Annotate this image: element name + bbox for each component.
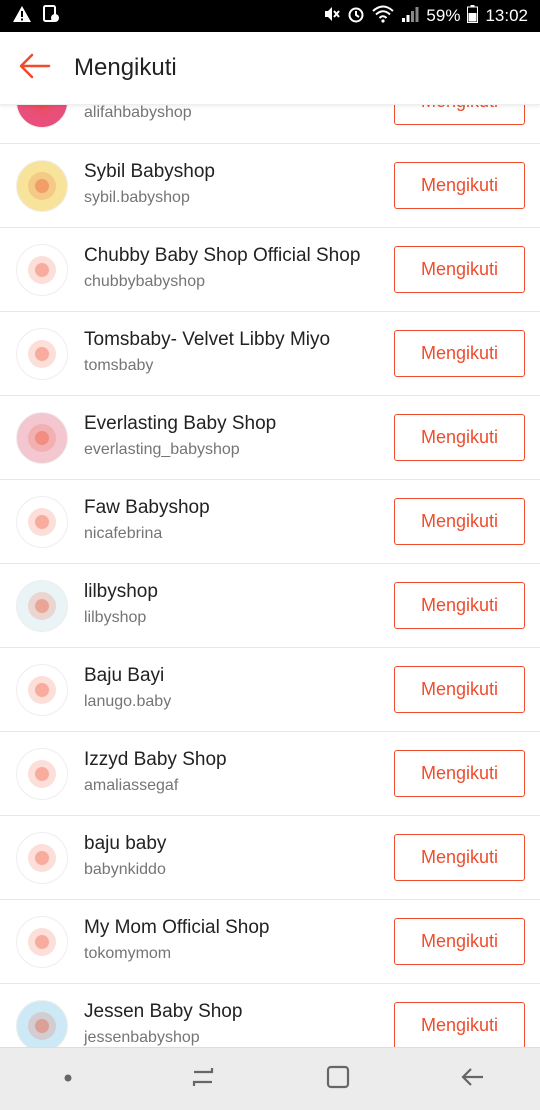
shop-row[interactable]: Sybil Babyshop sybil.babyshop Mengikuti [0, 144, 540, 228]
shop-info[interactable]: Chubby Baby Shop Official Shop chubbybaby… [84, 245, 380, 291]
recents-button[interactable] [173, 1054, 233, 1104]
following-button[interactable]: Mengikuti [394, 414, 525, 461]
shop-username: sybil.babyshop [84, 189, 190, 206]
clock: 13:02 [485, 6, 528, 25]
shop-username: lanugo.baby [84, 693, 172, 710]
shop-username: lilbyshop [84, 609, 147, 626]
following-button[interactable]: Mengikuti [394, 582, 525, 629]
status-bar: 59% 13:02 [0, 0, 540, 32]
shop-info[interactable]: Everlasting Baby Shop everlasting_babysho… [84, 413, 380, 459]
page-title: Mengikuti [74, 54, 177, 81]
shop-row[interactable]: baju baby babynkiddo Mengikuti [0, 816, 540, 900]
shop-row[interactable]: Tomsbaby- Velvet Libby Miyo tomsbaby Mengi… [0, 312, 540, 396]
following-button[interactable]: Mengikuti [394, 1002, 525, 1047]
arrow-left-icon [19, 53, 51, 84]
shop-info[interactable]: Sybil Babyshop sybil.babyshop [84, 161, 380, 207]
shop-row[interactable]: Jessen Baby Shop jessenbabyshop Mengikuti [0, 984, 540, 1047]
shop-name: Tomsbaby- Velvet Libby Miyo [84, 329, 331, 350]
shop-username: tomsbaby [84, 357, 154, 374]
shop-row[interactable]: Faw Babyshop nicafebrina Mengikuti [0, 480, 540, 564]
following-button[interactable]: Mengikuti [394, 750, 525, 797]
shop-username: jessenbabyshop [84, 1029, 200, 1046]
shop-name: Everlasting Baby Shop [84, 413, 277, 434]
shop-username: everlasting_babyshop [84, 441, 240, 458]
shop-avatar[interactable] [16, 105, 68, 128]
shop-name: My Mom Official Shop [84, 917, 270, 938]
shop-avatar[interactable] [16, 832, 68, 884]
shop-username: alifahbabyshop [84, 105, 192, 121]
shop-name: Baju Bayi [84, 665, 165, 686]
app-bar: Mengikuti [0, 32, 540, 105]
shop-username: chubbybabyshop [84, 273, 205, 290]
shop-row[interactable]: Baju Bayi lanugo.baby Mengikuti [0, 648, 540, 732]
home-icon [325, 1064, 351, 1095]
shop-avatar[interactable] [16, 664, 68, 716]
shop-avatar[interactable] [16, 244, 68, 296]
shop-row[interactable]: Chubby Baby Shop Official Shop chubbybaby… [0, 228, 540, 312]
shop-username: nicafebrina [84, 525, 163, 542]
wifi-icon [372, 5, 395, 28]
shop-username: babynkiddo [84, 861, 166, 878]
shop-info[interactable]: My Mom Official Shop tokomymom [84, 917, 380, 963]
nav-dot-button[interactable] [38, 1054, 98, 1104]
shop-avatar[interactable] [16, 916, 68, 968]
shop-info[interactable]: baju baby babynkiddo [84, 833, 380, 879]
shop-info[interactable]: Tomsbaby- Velvet Libby Miyo tomsbaby [84, 329, 380, 375]
system-nav-bar [0, 1047, 540, 1110]
shop-avatar[interactable] [16, 580, 68, 632]
shop-avatar[interactable] [16, 160, 68, 212]
shop-avatar[interactable] [16, 1000, 68, 1047]
shop-name: baju baby [84, 833, 167, 854]
shop-name: Izzyd Baby Shop [84, 749, 227, 770]
following-button[interactable]: Mengikuti [394, 498, 525, 545]
following-button[interactable]: Mengikuti [394, 105, 525, 125]
following-button[interactable]: Mengikuti [394, 330, 525, 377]
home-button[interactable] [308, 1054, 368, 1104]
shop-avatar[interactable] [16, 412, 68, 464]
screenshot-icon [42, 4, 60, 28]
shop-row[interactable]: alifahbabyshop Mengikuti [0, 105, 540, 144]
shop-name: Sybil Babyshop [84, 161, 215, 182]
battery-icon [467, 4, 479, 28]
following-list[interactable]: alifahbabyshop Mengikuti Sybil Babyshop syb… [0, 105, 540, 1047]
shop-info[interactable]: Izzyd Baby Shop amaliassegaf [84, 749, 380, 795]
shop-name: Faw Babyshop [84, 497, 210, 518]
following-button[interactable]: Mengikuti [394, 666, 525, 713]
signal-icon [401, 5, 419, 28]
back-nav-button[interactable] [443, 1054, 503, 1104]
shop-avatar[interactable] [16, 748, 68, 800]
shop-username: amaliassegaf [84, 777, 179, 794]
warning-icon [12, 5, 32, 28]
shop-row[interactable]: lilbyshop lilbyshop Mengikuti [0, 564, 540, 648]
shop-info[interactable]: Jessen Baby Shop jessenbabyshop [84, 1001, 380, 1047]
following-button[interactable]: Mengikuti [394, 918, 525, 965]
shop-name: lilbyshop [84, 581, 158, 602]
mute-icon [322, 5, 341, 28]
shop-avatar[interactable] [16, 496, 68, 548]
shop-username: tokomymom [84, 945, 172, 962]
recents-icon [190, 1064, 216, 1095]
alarm-icon [347, 5, 365, 28]
following-button[interactable]: Mengikuti [394, 162, 525, 209]
shop-info[interactable]: alifahbabyshop [84, 105, 380, 122]
following-button[interactable]: Mengikuti [394, 246, 525, 293]
shop-info[interactable]: lilbyshop lilbyshop [84, 581, 380, 627]
shop-row[interactable]: Izzyd Baby Shop amaliassegaf Mengikuti [0, 732, 540, 816]
shop-row[interactable]: Everlasting Baby Shop everlasting_babysho… [0, 396, 540, 480]
shop-name: Jessen Baby Shop [84, 1001, 243, 1022]
shop-name: Chubby Baby Shop Official Shop [84, 245, 361, 266]
shop-info[interactable]: Faw Babyshop nicafebrina [84, 497, 380, 543]
shop-avatar[interactable] [16, 328, 68, 380]
recent-dot-icon [63, 1070, 73, 1088]
shop-info[interactable]: Baju Bayi lanugo.baby [84, 665, 380, 711]
back-button[interactable] [0, 32, 70, 105]
shop-row[interactable]: My Mom Official Shop tokomymom Mengikuti [0, 900, 540, 984]
following-button[interactable]: Mengikuti [394, 834, 525, 881]
back-icon [460, 1064, 486, 1095]
battery-percent: 59% [426, 6, 461, 25]
